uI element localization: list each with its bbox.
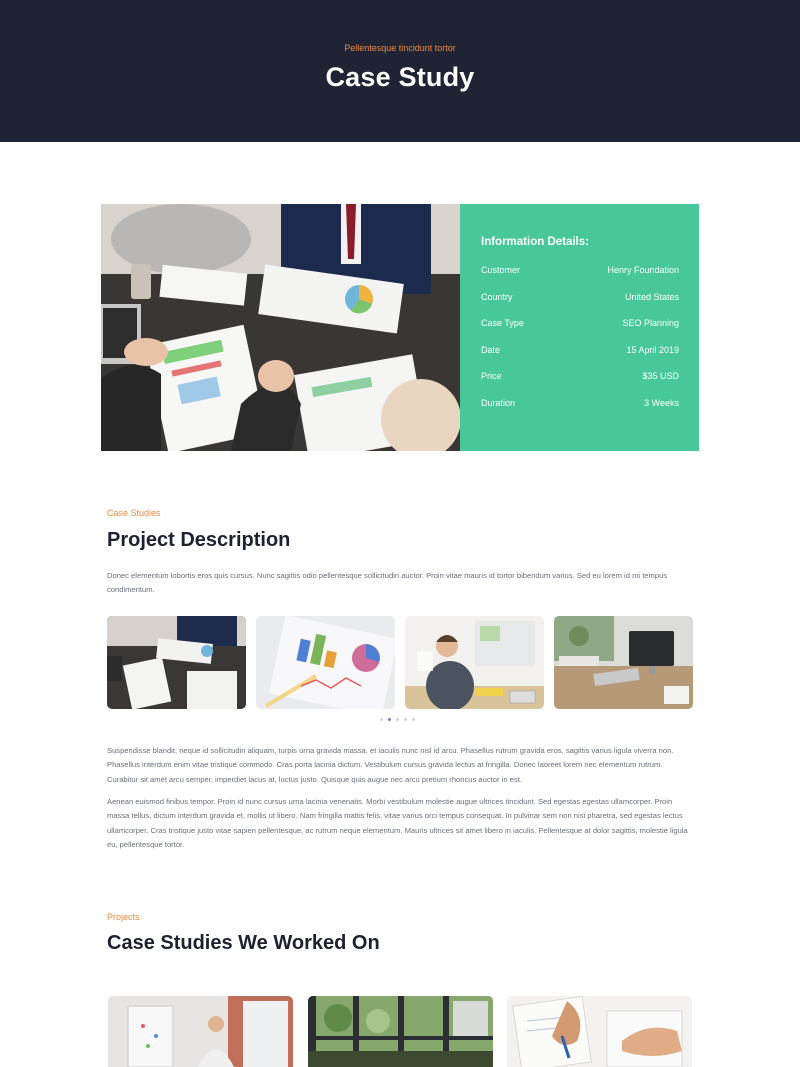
info-row-date: Date 15 April 2019: [481, 345, 679, 372]
gallery-image-workspace[interactable]: [554, 616, 693, 709]
project-card-office[interactable]: [308, 996, 493, 1067]
page-title: Case Study: [325, 62, 475, 92]
pagination-dot[interactable]: [404, 718, 407, 721]
info-value: Henry Foundation: [607, 265, 679, 275]
info-row-customer: Customer Henry Foundation: [481, 265, 679, 292]
info-label: Customer: [481, 265, 521, 275]
info-row-country: Country United States: [481, 292, 679, 319]
project-card-presentation[interactable]: [108, 996, 293, 1067]
info-row-duration: Duration 3 Weeks: [481, 398, 679, 425]
project-description-heading: Project Description: [107, 529, 291, 551]
info-label: Country: [481, 291, 513, 302]
info-value: United States: [624, 291, 679, 302]
info-label: Date: [481, 344, 501, 355]
project-description-body-2: Aenean euismod finibus tempor. Proin id …: [107, 797, 688, 849]
case-studies-heading: Case Studies We Worked On: [107, 932, 380, 954]
info-value: $35 USD: [642, 371, 679, 381]
info-label: Case Type: [481, 318, 524, 328]
project-card-handshake[interactable]: [507, 996, 692, 1067]
info-row-price: Price $35 USD: [481, 371, 679, 398]
info-row-case-type: Case Type SEO Planning: [481, 318, 679, 345]
info-value: 15 April 2019: [626, 344, 679, 355]
gallery-image-smiling-man[interactable]: [405, 616, 544, 709]
info-label: Price: [481, 371, 502, 381]
gallery-image-charts[interactable]: [256, 616, 395, 709]
case-overview: Information Details: Customer Henry Foun…: [101, 204, 699, 451]
gallery-pagination: [380, 718, 420, 722]
meeting-photo: [101, 204, 460, 451]
info-label: Duration: [481, 397, 516, 408]
page-header: Pellentesque tincidunt tortor Case Study: [0, 0, 800, 142]
pagination-dot[interactable]: [380, 718, 383, 721]
section-eyebrow-case-studies: Case Studies: [107, 508, 161, 518]
info-title: Information Details:: [481, 236, 589, 248]
project-description-intro: Donec elementum lobortis eros quis cursu…: [107, 571, 668, 595]
pagination-dot[interactable]: [412, 718, 415, 721]
project-description-body-1: Suspendisse blandit, neque id sollicitud…: [107, 746, 674, 784]
info-value: SEO Planning: [622, 318, 679, 328]
information-details-panel: Information Details: Customer Henry Foun…: [460, 204, 699, 451]
pagination-dot[interactable]: [396, 718, 399, 721]
header-eyebrow: Pellentesque tincidunt tortor: [344, 43, 456, 53]
gallery-image-meeting[interactable]: [107, 616, 246, 709]
info-value: 3 Weeks: [644, 397, 679, 408]
pagination-dot-active[interactable]: [388, 718, 391, 721]
section-eyebrow-projects: Projects: [107, 912, 140, 922]
